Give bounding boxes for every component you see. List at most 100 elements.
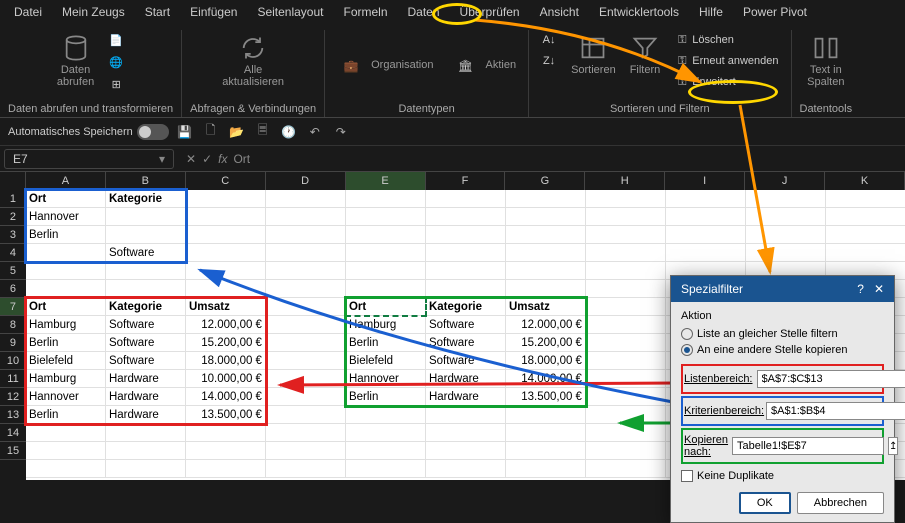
cell[interactable] xyxy=(266,262,346,280)
cell[interactable] xyxy=(266,388,346,406)
menu-entwicklertools[interactable]: Entwicklertools xyxy=(589,1,689,23)
cell[interactable] xyxy=(266,460,346,478)
clear-filter-button[interactable]: ⚿Löschen xyxy=(670,30,782,50)
cell[interactable]: 14.000,00 € xyxy=(506,370,586,388)
sort-button[interactable]: Sortieren xyxy=(567,30,620,80)
cell[interactable] xyxy=(506,424,586,442)
cell[interactable] xyxy=(266,226,346,244)
cell[interactable] xyxy=(266,298,346,316)
menu-start[interactable]: Start xyxy=(135,1,180,23)
cell[interactable] xyxy=(426,244,506,262)
cell[interactable]: Bielefeld xyxy=(26,352,106,370)
from-table-button[interactable]: ⊞ xyxy=(104,74,128,94)
cell[interactable]: Umsatz xyxy=(186,298,266,316)
undo-button[interactable]: ↶ xyxy=(305,122,325,142)
row-header[interactable]: 1 xyxy=(0,190,26,208)
menu-mein-zeugs[interactable]: Mein Zeugs xyxy=(52,1,135,23)
cell[interactable]: Software xyxy=(106,316,186,334)
cell[interactable] xyxy=(186,190,266,208)
cell[interactable] xyxy=(746,226,826,244)
cell[interactable] xyxy=(506,280,586,298)
row-header[interactable]: 12 xyxy=(0,388,26,406)
cell[interactable]: Hamburg xyxy=(26,316,106,334)
copy-to-input[interactable] xyxy=(732,437,884,455)
cell[interactable] xyxy=(346,226,426,244)
name-box[interactable]: E7 ▾ xyxy=(4,149,174,169)
row-header[interactable]: 7 xyxy=(0,298,26,316)
cell[interactable]: Ort xyxy=(26,298,106,316)
cell[interactable] xyxy=(186,226,266,244)
cell[interactable]: Berlin xyxy=(346,388,426,406)
cell[interactable]: Berlin xyxy=(26,334,106,352)
col-header[interactable]: K xyxy=(825,172,905,190)
cell[interactable] xyxy=(666,190,746,208)
row-header[interactable]: 2 xyxy=(0,208,26,226)
cell[interactable] xyxy=(586,442,666,460)
cell[interactable]: Hamburg xyxy=(26,370,106,388)
menu-ansicht[interactable]: Ansicht xyxy=(530,1,589,23)
cell[interactable] xyxy=(26,424,106,442)
ok-button[interactable]: OK xyxy=(739,492,791,514)
advanced-filter-button[interactable]: ⚿Erweitert xyxy=(670,72,782,92)
cell[interactable] xyxy=(186,208,266,226)
cell[interactable] xyxy=(586,316,666,334)
cell[interactable] xyxy=(106,460,186,478)
cell[interactable] xyxy=(426,460,506,478)
row-header[interactable]: 3 xyxy=(0,226,26,244)
menu-seitenlayout[interactable]: Seitenlayout xyxy=(247,1,333,23)
menu-hilfe[interactable]: Hilfe xyxy=(689,1,733,23)
cell[interactable] xyxy=(26,244,106,262)
cell[interactable] xyxy=(186,460,266,478)
cell[interactable] xyxy=(586,334,666,352)
cell[interactable] xyxy=(266,316,346,334)
cell[interactable] xyxy=(826,208,905,226)
cell[interactable] xyxy=(746,208,826,226)
cell[interactable]: Kategorie xyxy=(106,190,186,208)
cell[interactable]: Hardware xyxy=(426,370,506,388)
active-cell[interactable]: Ort xyxy=(346,298,426,316)
cell[interactable] xyxy=(426,442,506,460)
cancel-button[interactable]: Abbrechen xyxy=(797,492,884,514)
cell[interactable] xyxy=(666,208,746,226)
col-header[interactable]: C xyxy=(186,172,266,190)
cell[interactable] xyxy=(266,352,346,370)
cell[interactable] xyxy=(346,280,426,298)
open-button[interactable]: 📂 xyxy=(227,122,247,142)
cell[interactable] xyxy=(346,190,426,208)
cell[interactable]: Berlin xyxy=(26,226,106,244)
cell[interactable] xyxy=(346,406,426,424)
cell[interactable]: Kategorie xyxy=(106,298,186,316)
cell[interactable] xyxy=(266,406,346,424)
cell[interactable] xyxy=(426,208,506,226)
cell[interactable]: 13.500,00 € xyxy=(186,406,266,424)
cell[interactable] xyxy=(586,352,666,370)
row-header[interactable]: 15 xyxy=(0,442,26,460)
cell[interactable] xyxy=(426,262,506,280)
cell[interactable] xyxy=(586,460,666,478)
cell[interactable]: Software xyxy=(426,316,506,334)
cell[interactable] xyxy=(666,244,746,262)
sort-za-button[interactable]: Z↓ xyxy=(537,51,561,71)
row-header[interactable]: 9 xyxy=(0,334,26,352)
col-header[interactable]: A xyxy=(26,172,106,190)
cell[interactable] xyxy=(666,226,746,244)
cell[interactable] xyxy=(586,262,666,280)
cell[interactable] xyxy=(506,262,586,280)
cell[interactable] xyxy=(266,370,346,388)
menu-formeln[interactable]: Formeln xyxy=(333,1,397,23)
menu-datei[interactable]: Datei xyxy=(4,1,52,23)
cell[interactable]: Hardware xyxy=(106,370,186,388)
cell[interactable] xyxy=(106,226,186,244)
col-header[interactable]: E xyxy=(346,172,426,190)
filter-button[interactable]: Filtern xyxy=(626,30,665,80)
dialog-titlebar[interactable]: Spezialfilter ? ✕ xyxy=(671,276,894,302)
cell[interactable] xyxy=(26,280,106,298)
cell[interactable] xyxy=(826,226,905,244)
organisation-button[interactable]: 💼 Organisation xyxy=(333,48,437,84)
cell[interactable] xyxy=(586,244,666,262)
row-header[interactable]: 13 xyxy=(0,406,26,424)
cell[interactable]: 18.000,00 € xyxy=(506,352,586,370)
cell[interactable]: Berlin xyxy=(26,406,106,424)
cell[interactable] xyxy=(106,208,186,226)
formula-input[interactable]: Ort xyxy=(233,152,897,166)
